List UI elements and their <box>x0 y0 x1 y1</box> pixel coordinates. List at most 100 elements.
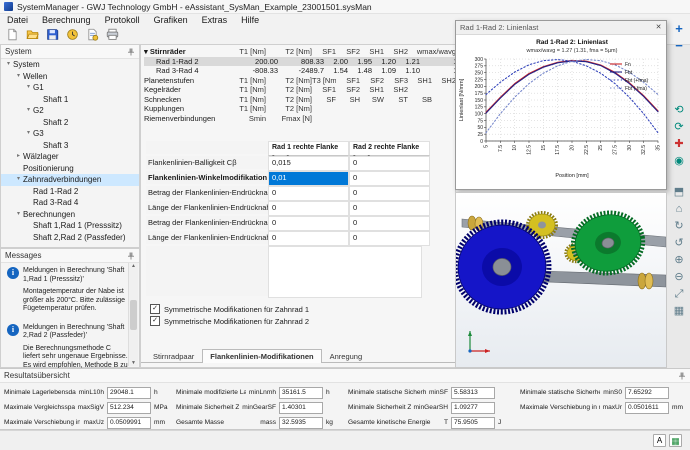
mod-value-rad1[interactable]: 0 <box>268 201 349 216</box>
gear-pair-row[interactable]: Rad 1-Rad 2200.00808.332.001.951.201.211… <box>144 56 468 66</box>
new-file-button[interactable] <box>4 28 20 43</box>
rotate-cw-icon[interactable]: ⟳ <box>671 120 687 135</box>
view-zoom-out-icon[interactable]: ⊖ <box>671 270 687 285</box>
result-value-field[interactable]: 0.0509991 <box>107 416 151 429</box>
chevron-down-icon[interactable]: ▾ <box>24 128 33 140</box>
save-button[interactable] <box>44 28 60 43</box>
mod-value-rad1[interactable]: 0,01 <box>268 171 349 186</box>
protocol-button[interactable] <box>84 28 100 43</box>
sidebar-item-rad-1-rad-2[interactable]: Rad 1-Rad 2 <box>1 186 139 198</box>
result-value-field[interactable]: 512.234 <box>107 401 151 414</box>
mod-value-rad2[interactable]: 0 <box>349 156 430 171</box>
sidebar-item-g2[interactable]: ▾ G2 <box>1 105 139 117</box>
result-value-field[interactable]: 0.0501611 <box>625 401 669 414</box>
tab-stirnradpaar[interactable]: Stirnradpaar <box>145 349 202 362</box>
mod-value-rad2[interactable]: 0 <box>349 171 430 186</box>
tab-flankenlinien-modifikationen[interactable]: Flankenlinien-Modifikationen <box>202 349 322 363</box>
font-button[interactable]: A <box>653 434 666 447</box>
mod-value-rad2[interactable]: 0 <box>349 231 430 246</box>
menu-item-hilfe[interactable]: Hilfe <box>234 14 266 27</box>
grid-icon[interactable]: ▦ <box>669 434 682 447</box>
mod-value-rad2[interactable]: 0 <box>349 216 430 231</box>
sidebar-item-shaft-1-rad-1-presssitz-[interactable]: Shaft 1,Rad 1 (Presssitz) <box>1 220 139 232</box>
scrollbar-thumb[interactable] <box>130 299 137 330</box>
view-rotate-left-icon[interactable]: ↺ <box>671 236 687 251</box>
view-zoom-in-icon[interactable]: ⊕ <box>671 253 687 268</box>
sidebar-item-system[interactable]: ▾ System <box>1 59 139 71</box>
tree-item-label: Rad 1-Rad 2 <box>33 186 79 196</box>
sidebar-item-g3[interactable]: ▾ G3 <box>1 128 139 140</box>
sidebar-item-rad-3-rad-4[interactable]: Rad 3-Rad 4 <box>1 197 139 209</box>
pin-icon[interactable] <box>678 372 686 380</box>
result-value-field[interactable]: 35161.5 <box>279 386 323 399</box>
open-button[interactable] <box>24 28 40 43</box>
mod-value-rad2[interactable]: 0 <box>349 201 430 216</box>
view-grid-icon[interactable]: ▦ <box>671 304 687 319</box>
result-value-field[interactable]: 5.58313 <box>451 386 495 399</box>
menu-item-grafiken[interactable]: Grafiken <box>147 14 195 27</box>
mod-value-rad1[interactable]: 0,015 <box>268 156 349 171</box>
mod-value-rad2[interactable]: 0 <box>349 186 430 201</box>
sidebar-item-shaft-2[interactable]: Shaft 2 <box>1 117 139 129</box>
result-value-field[interactable]: 32.5935 <box>279 416 323 429</box>
sidebar-item-w-lzlager[interactable]: ▸ Wälzlager <box>1 151 139 163</box>
chevron-down-icon[interactable]: ▾ <box>14 209 23 221</box>
mod-value-rad1[interactable]: 0 <box>268 216 349 231</box>
result-label: Maximale Verschiebung in radialer Richtu… <box>520 404 600 411</box>
result-value-field[interactable]: 1.40301 <box>279 401 323 414</box>
3d-viewport[interactable] <box>452 192 667 368</box>
view-pan-icon[interactable]: ⤢ <box>671 287 687 302</box>
result-value-field[interactable]: 7.65292 <box>625 386 669 399</box>
view-home-icon[interactable]: ⌂ <box>671 202 687 217</box>
scroll-down-icon[interactable]: ▼ <box>131 360 136 366</box>
zoom-out-icon[interactable]: − <box>671 38 687 53</box>
sidebar-item-wellen[interactable]: ▾ Wellen <box>1 71 139 83</box>
sidebar-item-g1[interactable]: ▾ G1 <box>1 82 139 94</box>
sidebar-item-shaft-2-rad-2-passfeder-[interactable]: Shaft 2,Rad 2 (Passfeder) <box>1 232 139 244</box>
messages-scrollbar[interactable]: ▲ ▼ <box>128 263 138 366</box>
checkbox-icon[interactable]: ✓ <box>150 316 160 326</box>
tree-item-label: Rad 3-Rad 4 <box>33 198 79 207</box>
chevron-down-icon[interactable]: ▾ <box>14 71 23 83</box>
zoom-in-icon[interactable]: + <box>671 21 687 36</box>
checkbox-icon[interactable]: ✓ <box>150 304 160 314</box>
print-button[interactable] <box>104 28 120 43</box>
chevron-down-icon[interactable]: ▾ <box>4 59 13 71</box>
pin-icon[interactable] <box>127 48 135 56</box>
chart-window-titlebar[interactable]: Rad 1-Rad 2: Linienlast ✕ <box>456 21 666 35</box>
zoom-fit-icon[interactable]: ◉ <box>671 154 687 169</box>
chevron-down-icon[interactable]: ▾ <box>24 82 33 94</box>
corner-cell <box>146 141 268 154</box>
sidebar-item-positionierung[interactable]: Positionierung <box>1 163 139 175</box>
chevron-right-icon[interactable]: ▸ <box>14 151 23 163</box>
close-icon[interactable]: ✕ <box>653 23 664 33</box>
view-rotate-right-icon[interactable]: ↻ <box>671 219 687 234</box>
sidebar-item-shaft-1[interactable]: Shaft 1 <box>1 94 139 106</box>
pin-icon[interactable] <box>127 252 135 260</box>
result-value-field[interactable]: 29048.1 <box>107 386 151 399</box>
result-value-field[interactable]: 75.9505 <box>451 416 495 429</box>
calculate-button[interactable] <box>64 28 80 43</box>
gear-pair-row[interactable]: Rad 3-Rad 4 -808.33 -2489.7 1.54 1.48 1.09 1.1… <box>144 66 468 76</box>
scroll-up-icon[interactable]: ▲ <box>131 263 136 269</box>
sidebar-item-berechnungen[interactable]: ▾ Berechnungen <box>1 209 139 221</box>
move-icon[interactable]: ✚ <box>671 137 687 152</box>
sidebar-item-shaft-3[interactable]: Shaft 3 <box>1 140 139 152</box>
menu-item-protokoll[interactable]: Protokoll <box>98 14 147 27</box>
row-label: Rad 3-Rad 4 <box>156 66 199 75</box>
menu-item-extras[interactable]: Extras <box>195 14 235 27</box>
view-iso-icon[interactable]: ⬒ <box>671 185 687 200</box>
result-value-field[interactable]: 1.09277 <box>451 401 495 414</box>
chevron-down-icon[interactable]: ▾ <box>14 174 23 186</box>
mod-value-rad1[interactable]: 0 <box>268 186 349 201</box>
result-code: mass <box>260 419 276 426</box>
tab-anregung[interactable]: Anregung <box>322 349 371 362</box>
menu-item-datei[interactable]: Datei <box>0 14 35 27</box>
mod-value-rad1[interactable]: 0 <box>268 231 349 246</box>
menu-item-berechnung[interactable]: Berechnung <box>35 14 98 27</box>
rotate-ccw-icon[interactable]: ⟲ <box>671 103 687 118</box>
info-icon: i <box>7 323 19 336</box>
chevron-down-icon[interactable]: ▾ <box>24 105 33 117</box>
mod-row-label: Länge der Flankenlinien-Endrücknahme I L… <box>146 201 268 214</box>
sidebar-item-zahnradverbindungen[interactable]: ▾ Zahnradverbindungen <box>1 174 139 186</box>
